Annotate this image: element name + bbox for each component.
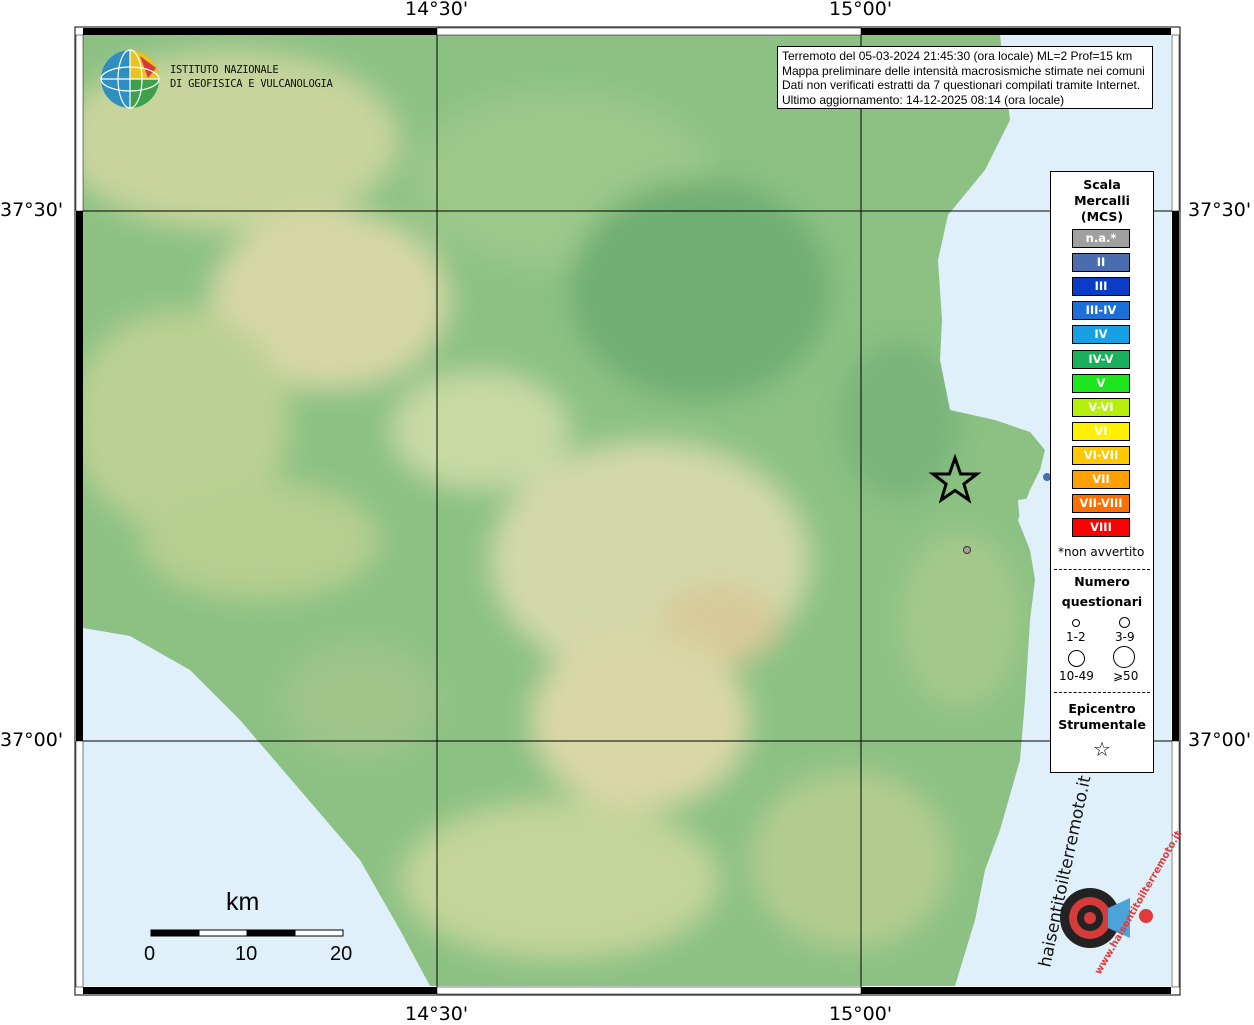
intensity-scale-item: VI: [1072, 421, 1130, 441]
scalebar-unit: km: [226, 888, 260, 916]
legend-title-line1: Scala: [1083, 177, 1121, 192]
event-info-line1: Terremoto del 05-03-2024 21:45:30 (ora l…: [782, 49, 1133, 63]
count-circle-xlarge: [1113, 646, 1135, 668]
count-label-3-9: 3-9: [1115, 630, 1135, 644]
ingv-name: ISTITUTO NAZIONALE DI GEOFISICA E VULCAN…: [170, 63, 333, 91]
event-info-box: Terremoto del 05-03-2024 21:45:30 (ora l…: [777, 46, 1153, 109]
ingv-name-line2: DI GEOFISICA E VULCANOLOGIA: [170, 78, 333, 90]
intensity-scale-item: V: [1072, 373, 1130, 393]
scale-bar: [150, 929, 344, 937]
event-info-line3: Dati non verificati estratti da 7 questi…: [782, 78, 1141, 92]
bottom-lon-label-2: 15°00': [829, 1003, 893, 1025]
count-circle-large: [1068, 650, 1085, 667]
count-title-line1: Numero: [1074, 574, 1130, 589]
epicenter-title-line2: Strumentale: [1058, 717, 1146, 732]
event-info-line2: Mappa preliminare delle intensità macros…: [782, 63, 1145, 78]
legend-title-line2: Mercalli: [1074, 193, 1130, 208]
not-felt-note: *non avvertito: [1058, 545, 1145, 559]
scalebar-label-0: 0: [144, 943, 156, 965]
count-title-line2: questionari: [1061, 594, 1143, 609]
ingv-name-line1: ISTITUTO NAZIONALE: [170, 64, 279, 76]
count-circle-small: [1072, 619, 1080, 627]
scalebar-label-10: 10: [235, 943, 258, 965]
intensity-scale-item: IV: [1072, 325, 1130, 345]
left-lat-label-2: 37°00': [0, 729, 64, 751]
count-circle-medium: [1119, 617, 1130, 628]
intensity-scale-item: VII: [1072, 470, 1130, 489]
observation-point[interactable]: [963, 546, 971, 554]
intensity-scale-item: V-VI: [1072, 397, 1130, 417]
intensity-scale-item: III: [1072, 277, 1130, 297]
legend-divider: [1054, 569, 1150, 570]
epicenter-star-icon: ☆: [1093, 737, 1111, 761]
bottom-lon-label-1: 14°30': [405, 1003, 469, 1025]
scalebar-label-20: 20: [330, 943, 353, 965]
intensity-scale-item: VI-VII: [1072, 445, 1130, 465]
count-label-1-2: 1-2: [1066, 630, 1086, 644]
top-lon-label-2: 15°00': [829, 0, 893, 20]
legend-panel: Scala Mercalli (MCS) n.a.* II III III-IV IV I…: [1050, 171, 1154, 773]
intensity-scale-item: VIII: [1072, 518, 1130, 538]
legend-title-line3: (MCS): [1080, 209, 1124, 224]
intensity-scale-item: IV-V: [1072, 349, 1130, 369]
intensity-scale-item: II: [1072, 253, 1130, 273]
epicenter-title-line1: Epicentro: [1068, 701, 1136, 716]
intensity-scale-item: VII-VIII: [1072, 494, 1130, 514]
intensity-scale-item: n.a.*: [1072, 229, 1130, 248]
right-lat-label-2: 37°00': [1188, 729, 1252, 751]
count-label-50-plus: ⩾50: [1113, 669, 1139, 683]
legend-divider: [1054, 692, 1150, 693]
right-lat-label-1: 37°30': [1188, 199, 1252, 221]
count-label-10-49: 10-49: [1059, 669, 1094, 683]
top-lon-label-1: 14°30': [405, 0, 469, 20]
intensity-scale-item: III-IV: [1072, 301, 1130, 321]
globe-icon: [100, 49, 160, 109]
left-lat-label-1: 37°30': [0, 199, 64, 221]
event-info-line4: Ultimo aggiornamento: 14-12-2025 08:14 (…: [782, 92, 1065, 107]
